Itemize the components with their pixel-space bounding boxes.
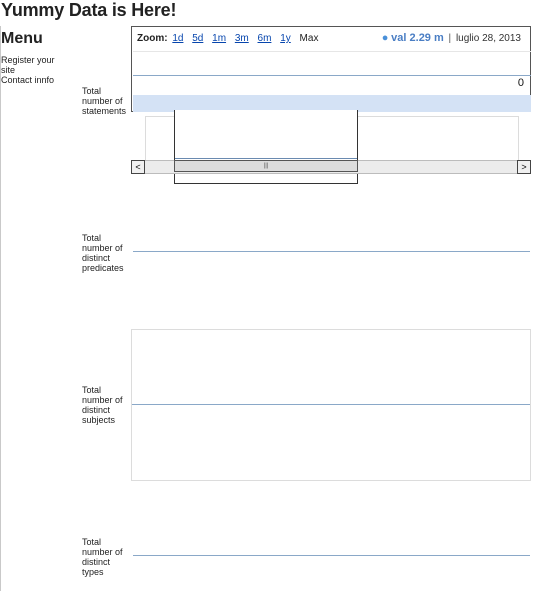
range-selector: Zoom: 1d 5d 1m 3m 6m 1y Max	[137, 33, 324, 44]
zoom-button-max[interactable]: Max	[300, 33, 319, 44]
left-border	[0, 26, 1, 591]
menu-links: Register your site Contact innfo	[1, 55, 63, 85]
row-label-statements: Total number of statements	[82, 86, 127, 116]
series-line	[133, 75, 531, 76]
value-readout: ● val 2.29 m | luglio 28, 2013	[382, 32, 521, 44]
row-label-predicates: Total number of distinct predicates	[82, 233, 124, 273]
menu-title: Menu	[1, 30, 43, 47]
readout-separator: |	[448, 33, 452, 44]
series-dot-icon: ●	[381, 32, 389, 44]
subjects-chart-line	[132, 404, 530, 405]
zoom-button-5d[interactable]: 5d	[192, 33, 203, 44]
row-label-subjects: Total number of distinct subjects	[82, 385, 123, 425]
page-title: Yummy Data is Here!	[1, 0, 177, 20]
row-label-types: Total number of distinct types	[82, 537, 123, 577]
navigator-series-line	[175, 158, 357, 159]
navigator-scrollbar[interactable]: < ||| >	[131, 160, 531, 174]
y-tick-label: 0	[517, 77, 524, 89]
readout-date: luglio 28, 2013	[455, 33, 521, 44]
zoom-button-1y[interactable]: 1y	[280, 33, 291, 44]
grid-line	[133, 51, 531, 52]
statements-chart[interactable]: Zoom: 1d 5d 1m 3m 6m 1y Max ● val 2.29 m…	[131, 26, 531, 184]
predicates-chart-line	[133, 251, 530, 252]
zoom-button-1m[interactable]: 1m	[212, 33, 226, 44]
types-chart-line	[133, 555, 530, 556]
zoom-button-3m[interactable]: 3m	[235, 33, 249, 44]
zoom-button-1d[interactable]: 1d	[172, 33, 183, 44]
chart-plot-area: Zoom: 1d 5d 1m 3m 6m 1y Max ● val 2.29 m…	[131, 26, 531, 112]
contact-info-link[interactable]: Contact innfo	[1, 75, 63, 85]
scroll-left-button[interactable]: <	[131, 160, 145, 174]
scroll-right-button[interactable]: >	[517, 160, 531, 174]
zoom-button-6m[interactable]: 6m	[258, 33, 272, 44]
zoom-label: Zoom:	[137, 33, 168, 44]
subjects-chart	[131, 329, 531, 481]
register-site-link[interactable]: Register your site	[1, 55, 63, 75]
scrollbar-thumb[interactable]: |||	[174, 160, 358, 172]
readout-value: val 2.29 m	[391, 32, 444, 44]
